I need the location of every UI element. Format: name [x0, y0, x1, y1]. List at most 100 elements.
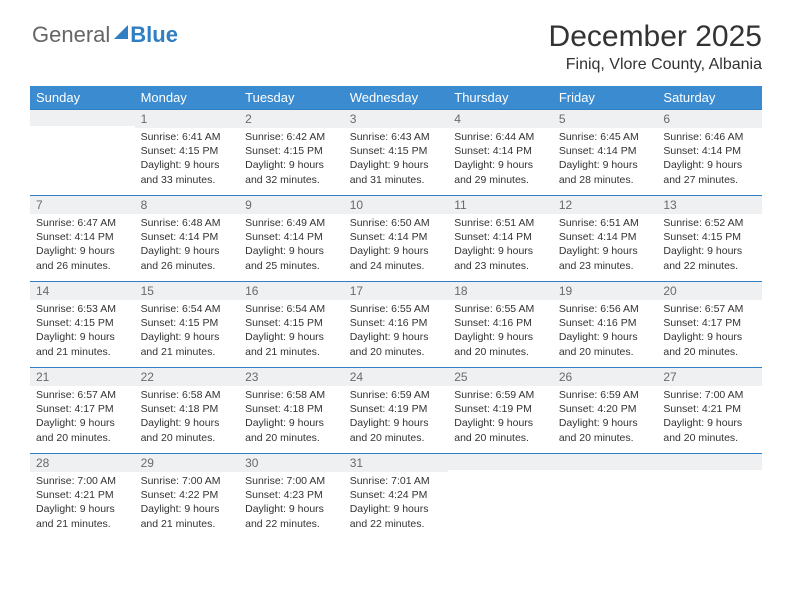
- calendar-day: 22Sunrise: 6:58 AMSunset: 4:18 PMDayligh…: [135, 368, 240, 454]
- location-subtitle: Finiq, Vlore County, Albania: [30, 56, 762, 74]
- day-number: 11: [448, 196, 553, 214]
- daylight-text: Daylight: 9 hours and 20 minutes.: [454, 416, 547, 444]
- daylight-text: Daylight: 9 hours and 32 minutes.: [245, 158, 338, 186]
- daylight-text: Daylight: 9 hours and 21 minutes.: [36, 330, 129, 358]
- sunset-text: Sunset: 4:14 PM: [454, 230, 547, 244]
- daylight-text: Daylight: 9 hours and 22 minutes.: [663, 244, 756, 272]
- day-details: Sunrise: 6:44 AMSunset: 4:14 PMDaylight:…: [448, 128, 553, 193]
- day-number: 24: [344, 368, 449, 386]
- sunset-text: Sunset: 4:16 PM: [350, 316, 443, 330]
- sunrise-text: Sunrise: 6:57 AM: [36, 388, 129, 402]
- day-details: Sunrise: 6:51 AMSunset: 4:14 PMDaylight:…: [553, 214, 658, 279]
- calendar-day: 1Sunrise: 6:41 AMSunset: 4:15 PMDaylight…: [135, 110, 240, 196]
- daylight-text: Daylight: 9 hours and 25 minutes.: [245, 244, 338, 272]
- calendar-head: SundayMondayTuesdayWednesdayThursdayFrid…: [30, 86, 762, 110]
- sunrise-text: Sunrise: 6:42 AM: [245, 130, 338, 144]
- sunset-text: Sunset: 4:16 PM: [454, 316, 547, 330]
- calendar-week: 28Sunrise: 7:00 AMSunset: 4:21 PMDayligh…: [30, 454, 762, 540]
- sunset-text: Sunset: 4:14 PM: [559, 230, 652, 244]
- sunset-text: Sunset: 4:14 PM: [559, 144, 652, 158]
- day-number: 31: [344, 454, 449, 472]
- calendar-day-empty: [30, 110, 135, 196]
- day-number: 23: [239, 368, 344, 386]
- calendar-day: 3Sunrise: 6:43 AMSunset: 4:15 PMDaylight…: [344, 110, 449, 196]
- calendar-day: 12Sunrise: 6:51 AMSunset: 4:14 PMDayligh…: [553, 196, 658, 282]
- day-number: 2: [239, 110, 344, 128]
- sunrise-text: Sunrise: 6:59 AM: [454, 388, 547, 402]
- daylight-text: Daylight: 9 hours and 29 minutes.: [454, 158, 547, 186]
- weekday-header: Saturday: [657, 86, 762, 110]
- sunrise-text: Sunrise: 6:46 AM: [663, 130, 756, 144]
- calendar-day: 31Sunrise: 7:01 AMSunset: 4:24 PMDayligh…: [344, 454, 449, 540]
- daylight-text: Daylight: 9 hours and 20 minutes.: [141, 416, 234, 444]
- daylight-text: Daylight: 9 hours and 21 minutes.: [141, 330, 234, 358]
- calendar-day: 2Sunrise: 6:42 AMSunset: 4:15 PMDaylight…: [239, 110, 344, 196]
- weekday-header: Thursday: [448, 86, 553, 110]
- calendar-day: 8Sunrise: 6:48 AMSunset: 4:14 PMDaylight…: [135, 196, 240, 282]
- day-details: Sunrise: 6:54 AMSunset: 4:15 PMDaylight:…: [239, 300, 344, 365]
- sunrise-text: Sunrise: 6:49 AM: [245, 216, 338, 230]
- calendar-day: 27Sunrise: 7:00 AMSunset: 4:21 PMDayligh…: [657, 368, 762, 454]
- calendar-day: 29Sunrise: 7:00 AMSunset: 4:22 PMDayligh…: [135, 454, 240, 540]
- day-number: 16: [239, 282, 344, 300]
- sunset-text: Sunset: 4:14 PM: [141, 230, 234, 244]
- day-details: Sunrise: 6:55 AMSunset: 4:16 PMDaylight:…: [344, 300, 449, 365]
- sunrise-text: Sunrise: 7:00 AM: [141, 474, 234, 488]
- day-number: 15: [135, 282, 240, 300]
- day-number: [30, 110, 135, 126]
- sunset-text: Sunset: 4:14 PM: [454, 144, 547, 158]
- calendar-body: 1Sunrise: 6:41 AMSunset: 4:15 PMDaylight…: [30, 110, 762, 540]
- day-number: 14: [30, 282, 135, 300]
- sunrise-text: Sunrise: 6:57 AM: [663, 302, 756, 316]
- calendar-day: 21Sunrise: 6:57 AMSunset: 4:17 PMDayligh…: [30, 368, 135, 454]
- daylight-text: Daylight: 9 hours and 26 minutes.: [36, 244, 129, 272]
- day-details: Sunrise: 6:59 AMSunset: 4:19 PMDaylight:…: [344, 386, 449, 451]
- sunset-text: Sunset: 4:16 PM: [559, 316, 652, 330]
- sunset-text: Sunset: 4:19 PM: [454, 402, 547, 416]
- sunrise-text: Sunrise: 6:59 AM: [350, 388, 443, 402]
- sunset-text: Sunset: 4:21 PM: [663, 402, 756, 416]
- sunset-text: Sunset: 4:23 PM: [245, 488, 338, 502]
- calendar-day: 14Sunrise: 6:53 AMSunset: 4:15 PMDayligh…: [30, 282, 135, 368]
- sunrise-text: Sunrise: 6:56 AM: [559, 302, 652, 316]
- day-details: Sunrise: 6:45 AMSunset: 4:14 PMDaylight:…: [553, 128, 658, 193]
- sunrise-text: Sunrise: 6:55 AM: [454, 302, 547, 316]
- day-details: Sunrise: 6:49 AMSunset: 4:14 PMDaylight:…: [239, 214, 344, 279]
- sunrise-text: Sunrise: 6:58 AM: [245, 388, 338, 402]
- day-number: [657, 454, 762, 470]
- daylight-text: Daylight: 9 hours and 20 minutes.: [663, 330, 756, 358]
- daylight-text: Daylight: 9 hours and 20 minutes.: [559, 416, 652, 444]
- sunset-text: Sunset: 4:18 PM: [245, 402, 338, 416]
- weekday-header: Sunday: [30, 86, 135, 110]
- sunset-text: Sunset: 4:15 PM: [350, 144, 443, 158]
- day-number: [553, 454, 658, 470]
- day-details: Sunrise: 6:59 AMSunset: 4:19 PMDaylight:…: [448, 386, 553, 451]
- day-details: Sunrise: 6:50 AMSunset: 4:14 PMDaylight:…: [344, 214, 449, 279]
- day-number: 18: [448, 282, 553, 300]
- sunrise-text: Sunrise: 7:00 AM: [663, 388, 756, 402]
- weekday-header: Wednesday: [344, 86, 449, 110]
- day-details: Sunrise: 6:53 AMSunset: 4:15 PMDaylight:…: [30, 300, 135, 365]
- day-number: 5: [553, 110, 658, 128]
- day-details: Sunrise: 7:00 AMSunset: 4:23 PMDaylight:…: [239, 472, 344, 537]
- sunset-text: Sunset: 4:15 PM: [245, 316, 338, 330]
- daylight-text: Daylight: 9 hours and 31 minutes.: [350, 158, 443, 186]
- brand-logo: General Blue: [32, 22, 178, 48]
- calendar-week: 14Sunrise: 6:53 AMSunset: 4:15 PMDayligh…: [30, 282, 762, 368]
- day-number: 9: [239, 196, 344, 214]
- calendar-day: 19Sunrise: 6:56 AMSunset: 4:16 PMDayligh…: [553, 282, 658, 368]
- sunrise-text: Sunrise: 6:55 AM: [350, 302, 443, 316]
- daylight-text: Daylight: 9 hours and 23 minutes.: [559, 244, 652, 272]
- sunrise-text: Sunrise: 6:44 AM: [454, 130, 547, 144]
- day-number: [448, 454, 553, 470]
- calendar-day: 7Sunrise: 6:47 AMSunset: 4:14 PMDaylight…: [30, 196, 135, 282]
- day-details: Sunrise: 6:42 AMSunset: 4:15 PMDaylight:…: [239, 128, 344, 193]
- day-details: Sunrise: 6:58 AMSunset: 4:18 PMDaylight:…: [135, 386, 240, 451]
- sunrise-text: Sunrise: 7:00 AM: [245, 474, 338, 488]
- day-details: Sunrise: 7:01 AMSunset: 4:24 PMDaylight:…: [344, 472, 449, 537]
- sunrise-text: Sunrise: 6:41 AM: [141, 130, 234, 144]
- calendar-day-empty: [657, 454, 762, 540]
- calendar-day: 4Sunrise: 6:44 AMSunset: 4:14 PMDaylight…: [448, 110, 553, 196]
- day-number: 3: [344, 110, 449, 128]
- daylight-text: Daylight: 9 hours and 20 minutes.: [245, 416, 338, 444]
